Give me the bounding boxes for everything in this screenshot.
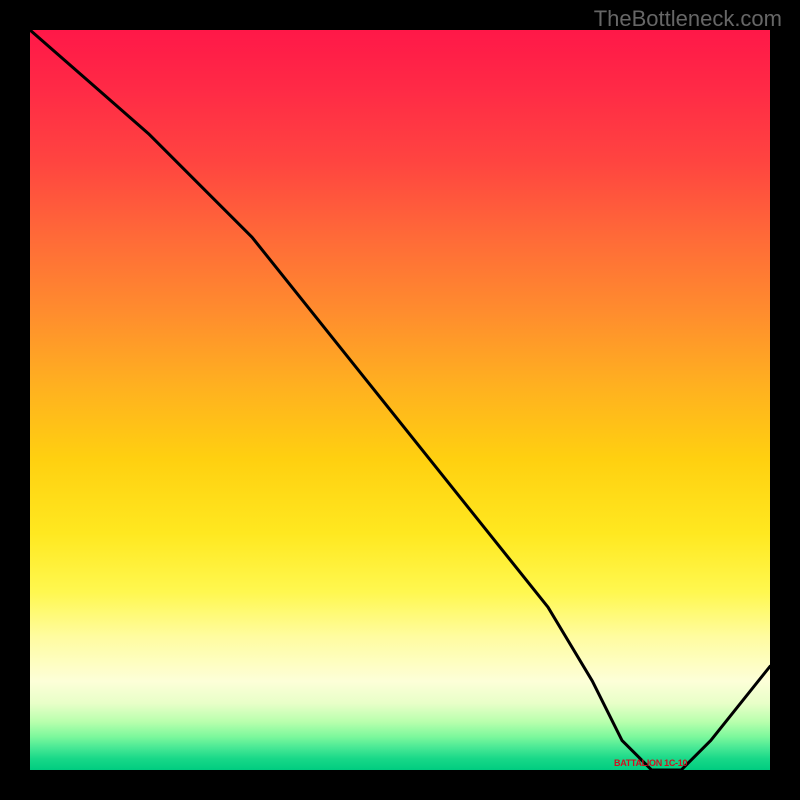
overlay-series-label: BATTALION 1C-10 bbox=[614, 758, 687, 768]
chart-plot-area: BATTALION 1C-10 bbox=[30, 30, 770, 770]
chart-curve bbox=[30, 30, 770, 770]
watermark-text: TheBottleneck.com bbox=[594, 6, 782, 32]
